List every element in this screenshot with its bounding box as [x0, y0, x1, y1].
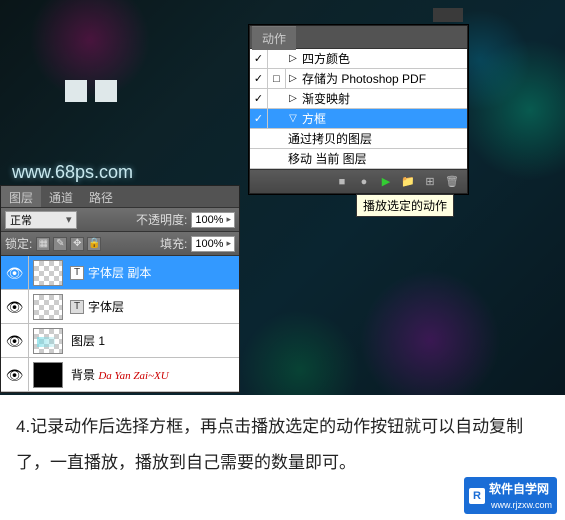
photoshop-canvas: www.68ps.com 动作 ✓▷四方颜色 ✓□▷存储为 Photoshop … — [0, 0, 565, 395]
lock-move-icon[interactable]: ✥ — [70, 237, 84, 251]
action-row[interactable]: ✓▷渐变映射 — [250, 89, 467, 109]
logo-mark: R — [469, 488, 485, 504]
lock-pixels-icon[interactable]: ▦ — [36, 237, 50, 251]
eye-icon[interactable]: 👁 — [1, 358, 29, 392]
tab-actions[interactable]: 动作 — [252, 26, 296, 50]
layer-thumb[interactable] — [33, 328, 63, 354]
site-logo: R 软件自学网 www.rjzxw.com — [464, 477, 557, 514]
actions-panel: 动作 ✓▷四方颜色 ✓□▷存储为 Photoshop PDF ✓▷渐变映射 ✓▽… — [249, 25, 468, 194]
action-row[interactable]: ✓▷四方颜色 — [250, 49, 467, 69]
layer-row[interactable]: 👁 背景 Da Yan Zai~XU — [1, 358, 239, 392]
layer-thumb[interactable] — [33, 260, 63, 286]
lock-brush-icon[interactable]: ✎ — [53, 237, 67, 251]
action-row[interactable]: 移动 当前 图层 — [250, 149, 467, 169]
logo-url: www.rjzxw.com — [491, 500, 552, 510]
lock-label: 锁定: — [5, 235, 32, 252]
tab-layers[interactable]: 图层 — [1, 186, 41, 207]
action-row-selected[interactable]: ✓▽方框 — [250, 109, 467, 129]
text-layer-icon: T — [70, 300, 84, 314]
layer-row-selected[interactable]: 👁 T 字体层 副本 — [1, 256, 239, 290]
layer-name[interactable]: 字体层 副本 — [84, 264, 151, 281]
demo-squares — [65, 80, 117, 102]
layer-name[interactable]: 字体层 — [84, 298, 124, 315]
trash-icon[interactable]: 🗑 — [445, 175, 459, 189]
new-icon[interactable]: ⊞ — [423, 175, 437, 189]
lock-icons: ▦ ✎ ✥ 🔒 — [36, 237, 101, 251]
opacity-input[interactable]: 100% — [191, 212, 235, 228]
eye-icon[interactable]: 👁 — [1, 256, 29, 290]
lock-row: 锁定: ▦ ✎ ✥ 🔒 填充: 100% — [1, 232, 239, 256]
layers-tabs: 图层 通道 路径 — [1, 186, 239, 208]
blend-mode-select[interactable]: 正常 — [5, 211, 77, 229]
text-layer-icon: T — [70, 266, 84, 280]
layer-list: 👁 T 字体层 副本 👁 T 字体层 👁 图层 1 👁 背景 Da Yan Za… — [1, 256, 239, 392]
layer-thumb[interactable] — [33, 294, 63, 320]
fill-label: 填充: — [160, 235, 187, 252]
layer-row[interactable]: 👁 图层 1 — [1, 324, 239, 358]
record-icon[interactable]: ● — [357, 175, 371, 189]
actions-list: ✓▷四方颜色 ✓□▷存储为 Photoshop PDF ✓▷渐变映射 ✓▽方框 … — [250, 48, 467, 169]
actions-footer: ■ ● ▶ 📁 ⊞ 🗑 — [250, 169, 467, 193]
layer-name[interactable]: 背景 Da Yan Zai~XU — [67, 366, 169, 383]
folder-icon[interactable]: 📁 — [401, 175, 415, 189]
fill-input[interactable]: 100% — [191, 236, 235, 252]
play-icon[interactable]: ▶ — [379, 175, 393, 189]
action-row[interactable]: 通过拷贝的图层 — [250, 129, 467, 149]
tab-paths[interactable]: 路径 — [81, 186, 121, 207]
layers-panel: 图层 通道 路径 正常 不透明度: 100% 锁定: ▦ ✎ ✥ 🔒 填充: 1… — [0, 185, 240, 393]
watermark-text: www.68ps.com — [12, 162, 133, 183]
eye-icon[interactable]: 👁 — [1, 324, 29, 358]
stop-icon[interactable]: ■ — [335, 175, 349, 189]
opacity-label: 不透明度: — [136, 211, 187, 228]
tab-channels[interactable]: 通道 — [41, 186, 81, 207]
lock-all-icon[interactable]: 🔒 — [87, 237, 101, 251]
layer-thumb[interactable] — [33, 362, 63, 388]
blend-row: 正常 不透明度: 100% — [1, 208, 239, 232]
eye-icon[interactable]: 👁 — [1, 290, 29, 324]
layer-name[interactable]: 图层 1 — [67, 332, 105, 349]
layer-row[interactable]: 👁 T 字体层 — [1, 290, 239, 324]
play-tooltip: 播放选定的动作 — [356, 194, 454, 217]
actions-tabbar[interactable]: 动作 — [250, 26, 467, 48]
action-row[interactable]: ✓□▷存储为 Photoshop PDF — [250, 69, 467, 89]
logo-brand: 软件自学网 — [489, 482, 549, 496]
